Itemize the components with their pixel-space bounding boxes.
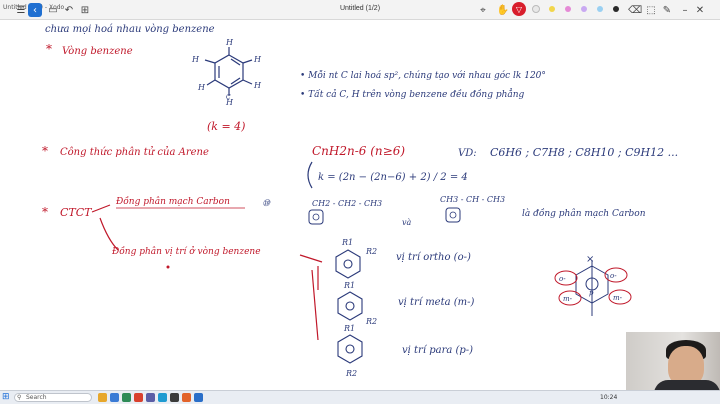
diagram-m-right: m- bbox=[613, 294, 623, 302]
h-label-right-bottom: H bbox=[253, 81, 262, 90]
arrow-to-ortho bbox=[299, 254, 323, 263]
search-icon: ⚲ bbox=[17, 394, 22, 401]
meta-ring bbox=[337, 291, 363, 321]
dot-mark bbox=[166, 265, 170, 269]
pen-color-3[interactable] bbox=[562, 3, 574, 15]
taskbar: ⊞ ⚲ Search 10:24 bbox=[0, 390, 720, 404]
arrow-chain bbox=[91, 204, 111, 213]
taskbar-app-1[interactable] bbox=[98, 393, 107, 402]
diagram-o-left: o- bbox=[559, 275, 566, 283]
diagram-m-left: m- bbox=[563, 295, 573, 303]
pen-color-6[interactable] bbox=[610, 3, 622, 15]
note-hybridization: • Mỗi nt C lai hoá sp², chúng tạo với nh… bbox=[300, 70, 546, 81]
taskbar-app-4[interactable] bbox=[134, 393, 143, 402]
para-r1: R1 bbox=[343, 324, 355, 333]
benzene-ring-1 bbox=[308, 209, 324, 225]
close-icon[interactable]: ✕ bbox=[693, 3, 707, 17]
left-paren bbox=[307, 161, 313, 189]
bullet-star-2: * bbox=[42, 144, 48, 158]
para-label: vị trí para (p-) bbox=[402, 345, 473, 356]
ctct-label: CTCT bbox=[60, 206, 93, 219]
chain-isomer-label: Đồng phân mạch Carbon bbox=[115, 196, 230, 207]
pen-color-4[interactable] bbox=[578, 3, 590, 15]
meta-r2: R2 bbox=[365, 317, 377, 326]
arrow-to-para bbox=[311, 269, 319, 341]
taskbar-app-8[interactable] bbox=[182, 393, 191, 402]
cursor-icon[interactable]: ⌖ bbox=[476, 3, 490, 17]
search-placeholder: Search bbox=[26, 394, 47, 401]
ortho-r1: R1 bbox=[341, 238, 353, 247]
c-label: C bbox=[226, 94, 231, 101]
note-line-top: chưa mọi hoá nhau vòng benzene bbox=[45, 24, 215, 35]
chain-isomer-note: là đồng phân mạch Carbon bbox=[522, 208, 646, 219]
arrow-position bbox=[99, 217, 119, 251]
vd-examples: C6H6 ; C7H8 ; C8H10 ; C9H12 ... bbox=[490, 146, 678, 159]
windows-start-icon[interactable]: ⊞ bbox=[2, 393, 11, 402]
meta-r1: R1 bbox=[343, 281, 355, 290]
taskbar-app-6[interactable] bbox=[158, 393, 167, 402]
benzene-ring-2 bbox=[445, 207, 461, 223]
chain-formula-2: CH3 - CH - CH3 bbox=[440, 195, 505, 204]
h-label-top: H bbox=[225, 38, 234, 47]
pen-color-2[interactable] bbox=[546, 3, 558, 15]
ring-circle-2 bbox=[449, 211, 457, 219]
vd-label: VD: bbox=[458, 148, 477, 159]
handwritten-notes: chưa mọi hoá nhau vòng benzene * Vòng be… bbox=[42, 24, 678, 378]
title-toolbar: Untitled (1/2) - Xodo ☰ ‹ ▭ ↶ ⊞ Untitled… bbox=[0, 0, 720, 20]
taskbar-app-7[interactable] bbox=[170, 393, 179, 402]
taskbar-app-9[interactable] bbox=[194, 393, 203, 402]
taskbar-app-5[interactable] bbox=[146, 393, 155, 402]
taskbar-app-3[interactable] bbox=[122, 393, 131, 402]
benzene-structure bbox=[204, 47, 253, 96]
circled-mark: ⑩ bbox=[262, 199, 271, 209]
hand-icon[interactable]: ✋ bbox=[496, 3, 510, 17]
note-planar: • Tất cả C, H trên vòng benzene đều đồng… bbox=[300, 88, 525, 100]
ortho-label: vị trí ortho (o-) bbox=[396, 252, 471, 263]
minimize-icon[interactable]: – bbox=[678, 3, 692, 17]
conjunction-va: và bbox=[402, 218, 412, 227]
h-label-left-bottom: H bbox=[197, 83, 206, 92]
chain-formula-1: CH2 - CH2 - CH3 bbox=[312, 199, 382, 208]
heading-vong-benzene: Vòng benzene bbox=[62, 46, 133, 57]
highlighter-icon[interactable]: ✎ bbox=[660, 3, 674, 17]
k-formula: k = (2n − (2n−6) + 2) / 2 = 4 bbox=[318, 172, 468, 183]
diagram-o-right: o- bbox=[610, 272, 617, 280]
general-formula: CnH2n-6 (n≥6) bbox=[312, 144, 405, 158]
ortho-r2: R2 bbox=[365, 247, 377, 256]
h-label-right-top: H bbox=[253, 55, 262, 64]
presenter-shirt bbox=[654, 380, 720, 390]
eraser-icon[interactable]: ⌫ bbox=[628, 3, 642, 17]
pen-color-1[interactable] bbox=[530, 3, 542, 15]
para-ring bbox=[337, 334, 363, 364]
taskbar-search[interactable]: ⚲ Search bbox=[14, 393, 92, 402]
drawing-canvas[interactable]: chưa mọi hoá nhau vòng benzene * Vòng be… bbox=[0, 20, 720, 390]
position-diagram bbox=[575, 260, 609, 316]
bullet-star-3: * bbox=[42, 205, 48, 219]
position-isomer-label: Đồng phân vị trí ở vòng benzene bbox=[111, 246, 261, 257]
ring-circle-1 bbox=[312, 213, 320, 221]
diagram-p: p bbox=[589, 289, 594, 297]
para-r2: R2 bbox=[345, 369, 357, 378]
h-label-left-top: H bbox=[191, 55, 200, 64]
ortho-ring bbox=[335, 249, 361, 279]
tray-time[interactable]: 10:24 bbox=[600, 394, 617, 401]
webcam-overlay bbox=[626, 332, 720, 390]
active-pen-color[interactable]: ▽ bbox=[512, 2, 526, 16]
taskbar-app-2[interactable] bbox=[110, 393, 119, 402]
meta-label: vị trí meta (m-) bbox=[398, 297, 475, 308]
molecular-formula-label: Công thức phân tử của Arene bbox=[60, 147, 209, 158]
shapes-icon[interactable]: ⬚ bbox=[644, 3, 658, 17]
bullet-star-1: * bbox=[46, 42, 52, 56]
pen-color-5[interactable] bbox=[594, 3, 606, 15]
x-mark: × bbox=[586, 254, 594, 265]
k-equals-4: (k = 4) bbox=[207, 120, 245, 133]
